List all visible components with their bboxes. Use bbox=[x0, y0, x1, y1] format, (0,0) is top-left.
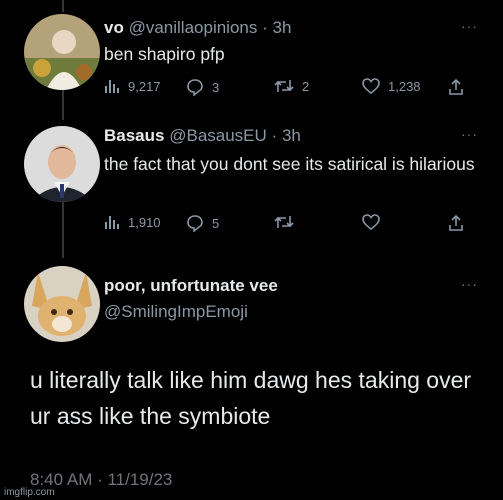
watermark: imgflip.com bbox=[4, 487, 55, 498]
tweet-main[interactable]: poor, unfortunate vee @SmilingImpEmoji ·… bbox=[0, 258, 503, 500]
reply-button[interactable]: 5 bbox=[186, 214, 219, 232]
avatar-basaus[interactable] bbox=[24, 126, 100, 202]
tweet-vo[interactable]: vo @vanillaopinions · 3h ··· ben shapiro… bbox=[0, 0, 503, 110]
like-count: 1,238 bbox=[388, 78, 421, 94]
display-name[interactable]: poor, unfortunate vee bbox=[104, 276, 278, 295]
tweet-text: the fact that you dont see its satirical… bbox=[104, 154, 475, 174]
share-icon bbox=[448, 78, 472, 96]
time[interactable]: 3h bbox=[282, 126, 301, 145]
like-button[interactable]: 1,238 bbox=[362, 78, 421, 94]
views-icon bbox=[104, 78, 128, 94]
like-button[interactable] bbox=[362, 214, 388, 230]
reply-count: 3 bbox=[212, 79, 220, 95]
avatar-vo[interactable] bbox=[24, 14, 100, 90]
share-button[interactable] bbox=[448, 214, 472, 232]
views-count: 1,910 bbox=[128, 214, 161, 230]
tweet-basaus[interactable]: Basaus @BasausEU · 3h ··· the fact that … bbox=[0, 110, 503, 258]
reply-icon bbox=[186, 214, 212, 232]
avatar-vee[interactable] bbox=[24, 266, 100, 342]
separator: · bbox=[271, 126, 278, 145]
time[interactable]: 3h bbox=[273, 18, 292, 37]
views-button[interactable]: 1,910 bbox=[104, 214, 161, 230]
more-options-icon[interactable]: ··· bbox=[461, 276, 478, 292]
handle[interactable]: @BasausEU bbox=[169, 126, 267, 145]
views-count: 9,217 bbox=[128, 78, 161, 94]
action-bar: 1,910 5 bbox=[104, 214, 473, 236]
tweet-text: ben shapiro pfp bbox=[104, 44, 225, 64]
views-icon bbox=[104, 214, 128, 230]
share-button[interactable] bbox=[448, 78, 472, 96]
reply-count: 5 bbox=[212, 215, 220, 231]
handle[interactable]: @vanillaopinions bbox=[129, 18, 258, 37]
views-button[interactable]: 9,217 bbox=[104, 78, 161, 94]
more-options-icon[interactable]: ··· bbox=[461, 18, 478, 34]
display-name[interactable]: Basaus bbox=[104, 126, 164, 145]
tweet-text: u literally talk like him dawg hes takin… bbox=[30, 367, 472, 429]
like-icon bbox=[362, 214, 388, 230]
action-bar: 9,217 3 2 1,238 bbox=[104, 78, 473, 100]
handle[interactable]: @SmilingImpEmoji bbox=[104, 302, 248, 321]
retweet-button[interactable] bbox=[274, 214, 302, 230]
share-icon bbox=[448, 214, 472, 232]
like-icon bbox=[362, 78, 388, 94]
reply-button[interactable]: 3 bbox=[186, 78, 219, 96]
retweet-button[interactable]: 2 bbox=[274, 78, 309, 94]
retweet-icon bbox=[274, 214, 302, 230]
separator: · bbox=[262, 18, 268, 37]
retweet-icon bbox=[274, 78, 302, 94]
reply-icon bbox=[186, 78, 212, 96]
display-name[interactable]: vo bbox=[104, 18, 124, 37]
retweet-count: 2 bbox=[302, 78, 310, 94]
more-options-icon[interactable]: ··· bbox=[461, 126, 478, 142]
